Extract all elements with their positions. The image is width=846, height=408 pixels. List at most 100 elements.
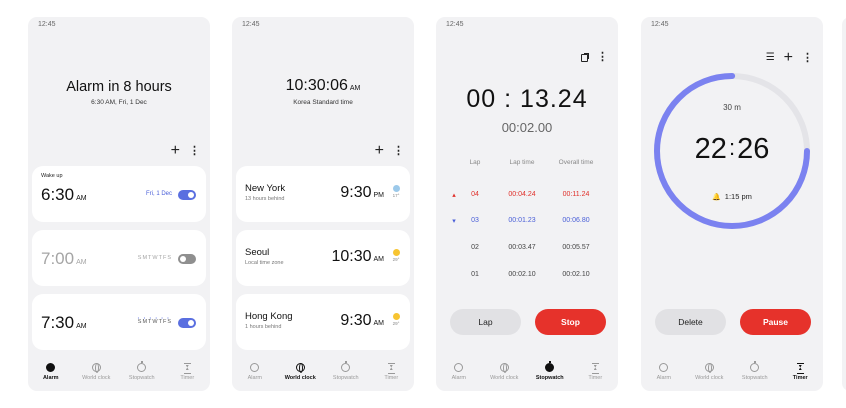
nav-alarm[interactable]: Alarm: [436, 359, 482, 391]
lap-row: ▾ 03 00:01.23 00:06.80: [452, 217, 590, 225]
stopwatch-icon: [137, 360, 147, 372]
cloudy-icon: [392, 185, 400, 192]
nav-timer[interactable]: Timer: [165, 359, 211, 391]
stopwatch-actions: ⋮: [581, 52, 608, 63]
status-time: 12:45: [38, 21, 56, 28]
alarm-label: Wake up: [41, 173, 63, 179]
globe-icon: [704, 363, 714, 373]
nav-world-clock[interactable]: World clock: [278, 359, 324, 391]
bottom-nav: Alarm World clock Stopwatch Timer: [28, 359, 210, 391]
sun-icon: [392, 313, 400, 320]
more-options-icon[interactable]: ⋮: [802, 52, 813, 64]
bottom-nav: Alarm World clock Stopwatch Timer: [641, 359, 823, 391]
city-offset: Local time zone: [245, 260, 284, 266]
stop-button[interactable]: Stop: [535, 309, 606, 335]
timer-end-time: 🔔 1:15 pm: [712, 192, 752, 201]
city-card-hong-kong[interactable]: Hong Kong 1 hours behind 9:30 AM 29°: [236, 294, 410, 350]
add-city-icon[interactable]: +: [375, 143, 384, 159]
status-time: 12:45: [242, 21, 260, 28]
bottom-nav: Alarm World clock Stopwatch Timer: [232, 359, 414, 391]
alarm-actions: + ⋮: [171, 143, 200, 159]
laps-header: Lap Lap time Overall time: [469, 159, 594, 166]
city-weather: 29°: [390, 313, 402, 326]
nav-stopwatch[interactable]: Stopwatch: [119, 359, 165, 391]
nav-stopwatch[interactable]: Stopwatch: [323, 359, 369, 391]
alarm-icon: [46, 363, 56, 372]
alarm-next-title: Alarm in 8 hours: [66, 79, 172, 95]
add-alarm-icon[interactable]: +: [171, 143, 180, 159]
alarm-time: 6:30 AM: [41, 185, 87, 204]
hourglass-icon: [591, 363, 600, 374]
alarm-toggle-on[interactable]: [178, 190, 196, 200]
alarm-icon: [454, 363, 464, 372]
timer-remaining: 22:26: [694, 133, 770, 165]
hourglass-icon: [183, 363, 192, 374]
city-time: 9:30 PM: [340, 184, 384, 201]
list-icon[interactable]: ☰: [766, 53, 775, 63]
alarm-screen: 12:45 Alarm in 8 hours 6:30 AM, Fri, 1 D…: [28, 17, 210, 391]
city-name: New York: [245, 183, 286, 194]
delete-button[interactable]: Delete: [655, 309, 726, 335]
lap-button[interactable]: Lap: [450, 309, 521, 335]
timer-duration: 30 m: [723, 103, 741, 112]
nav-alarm[interactable]: Alarm: [641, 359, 687, 391]
nav-world-clock[interactable]: World clock: [687, 359, 733, 391]
globe-icon: [295, 363, 305, 373]
stopwatch-elapsed: 00 : 13.24: [466, 85, 588, 113]
nav-alarm[interactable]: Alarm: [232, 359, 278, 391]
city-offset: 13 hours behind: [245, 196, 285, 202]
hourglass-icon: [387, 363, 396, 374]
globe-icon: [91, 363, 101, 373]
alarm-time: 7:30 AM: [41, 313, 87, 332]
world-actions: + ⋮: [375, 143, 404, 159]
nav-timer[interactable]: Timer: [573, 359, 619, 391]
lap-row: 01 00:02.10 00:02.10: [471, 271, 590, 278]
alarm-repeat-days: •••••• SMTWTFS: [137, 315, 174, 325]
status-time: 12:45: [651, 21, 669, 28]
alarm-card-3[interactable]: 7:30 AM •••••• SMTWTFS: [32, 294, 206, 350]
alarm-date: Fri, 1 Dec: [145, 191, 172, 197]
lap-row: ▴ 04 00:04.24 00:11.24: [452, 191, 590, 199]
nav-stopwatch[interactable]: Stopwatch: [527, 359, 573, 391]
alarm-repeat-days: SMTWTFS: [137, 255, 172, 261]
more-options-icon[interactable]: ⋮: [189, 145, 200, 157]
alarm-next-subtitle: 6:30 AM, Fri, 1 Dec: [91, 99, 147, 106]
nav-world-clock[interactable]: World clock: [74, 359, 120, 391]
sun-icon: [392, 249, 400, 256]
local-time: 10:30:06 AM: [285, 77, 361, 94]
city-card-seoul[interactable]: Seoul Local time zone 10:30 AM 29°: [236, 230, 410, 286]
alarm-card-2[interactable]: 7:00 AM SMTWTFS: [32, 230, 206, 286]
copy-icon[interactable]: [581, 53, 588, 62]
nav-timer[interactable]: Timer: [778, 359, 824, 391]
alarm-toggle-off[interactable]: [178, 254, 196, 264]
alarm-time: 7:00 AM: [41, 249, 87, 268]
nav-world-clock[interactable]: World clock: [482, 359, 528, 391]
more-options-icon[interactable]: ⋮: [393, 145, 404, 157]
timer-screen: 12:45 ☰ + ⋮ 30 m 22:26 🔔 1:15 pm Delete P…: [641, 17, 823, 391]
city-name: Hong Kong: [245, 311, 293, 322]
more-options-icon[interactable]: ⋮: [597, 52, 608, 63]
current-lap-time: 00:02.00: [501, 120, 553, 135]
stopwatch-icon: [545, 360, 555, 372]
city-time: 9:30 AM: [340, 312, 384, 329]
city-card-new-york[interactable]: New York 13 hours behind 9:30 PM 17°: [236, 166, 410, 222]
city-weather: 17°: [390, 185, 402, 198]
alarm-card-1[interactable]: Wake up 6:30 AM Fri, 1 Dec: [32, 166, 206, 222]
pause-button[interactable]: Pause: [740, 309, 811, 335]
city-time: 10:30 AM: [331, 248, 384, 265]
alarm-toggle-on[interactable]: [178, 318, 196, 328]
world-clock-screen: 12:45 10:30:06 AM Korea Standard time + ⋮…: [232, 17, 414, 391]
stopwatch-icon: [750, 360, 760, 372]
next-screenshot-edge: [842, 17, 846, 391]
city-weather: 29°: [390, 249, 402, 262]
nav-timer[interactable]: Timer: [369, 359, 415, 391]
city-offset: 1 hours behind: [245, 324, 282, 330]
alarm-icon: [250, 363, 260, 372]
add-timer-icon[interactable]: +: [784, 50, 793, 66]
nav-stopwatch[interactable]: Stopwatch: [732, 359, 778, 391]
city-name: Seoul: [245, 247, 270, 258]
local-zone: Korea Standard time: [293, 99, 353, 106]
timer-actions: ☰ + ⋮: [766, 50, 813, 66]
status-time: 12:45: [446, 21, 464, 28]
nav-alarm[interactable]: Alarm: [28, 359, 74, 391]
